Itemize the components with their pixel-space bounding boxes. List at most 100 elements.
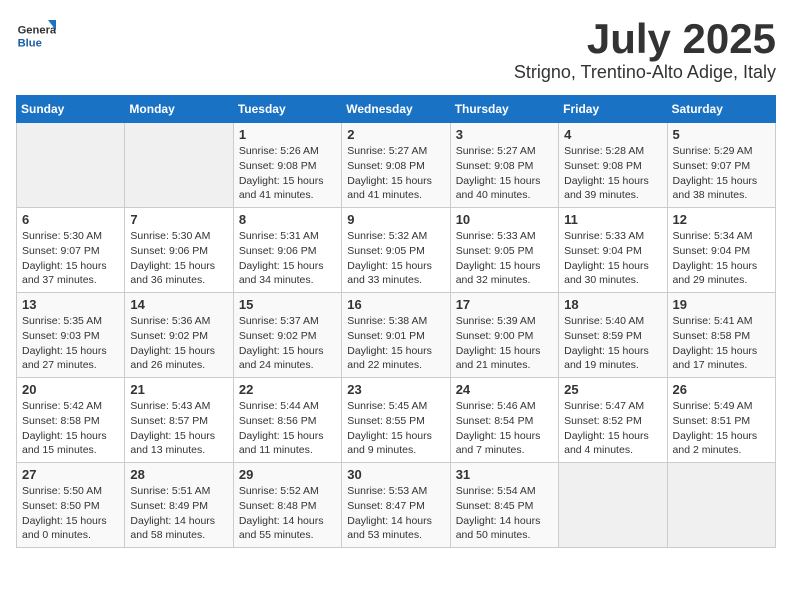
calendar-cell: 15Sunrise: 5:37 AM Sunset: 9:02 PM Dayli…	[233, 293, 341, 378]
day-number: 15	[239, 297, 336, 312]
day-number: 11	[564, 212, 661, 227]
calendar-cell: 17Sunrise: 5:39 AM Sunset: 9:00 PM Dayli…	[450, 293, 558, 378]
day-number: 20	[22, 382, 119, 397]
week-row-2: 6 Sunrise: 5:30 AM Sunset: 9:07 PM Daylig…	[17, 208, 776, 293]
calendar-cell: 9 Sunrise: 5:32 AM Sunset: 9:05 PM Daylig…	[342, 208, 450, 293]
header: General Blue July 2025 Strigno, Trentino…	[16, 16, 776, 83]
day-info: Sunrise: 5:31 AM Sunset: 9:06 PM Dayligh…	[239, 229, 336, 288]
day-info: Sunrise: 5:53 AM Sunset: 8:47 PM Dayligh…	[347, 484, 444, 543]
week-row-3: 13 Sunrise: 5:35 AM Sunset: 9:03 PM Dayli…	[17, 293, 776, 378]
column-header-saturday: Saturday	[667, 96, 775, 123]
calendar-cell: 30 Sunrise: 5:53 AM Sunset: 8:47 PM Dayli…	[342, 463, 450, 548]
day-number: 5	[673, 127, 770, 142]
column-header-sunday: Sunday	[17, 96, 125, 123]
column-header-monday: Monday	[125, 96, 233, 123]
calendar-cell: 12Sunrise: 5:34 AM Sunset: 9:04 PM Dayli…	[667, 208, 775, 293]
day-info: Sunrise: 5:43 AM Sunset: 8:57 PM Dayligh…	[130, 399, 227, 458]
calendar-cell: 3Sunrise: 5:27 AM Sunset: 9:08 PM Daylig…	[450, 123, 558, 208]
day-number: 25	[564, 382, 661, 397]
calendar-cell: 29 Sunrise: 5:52 AM Sunset: 8:48 PM Dayli…	[233, 463, 341, 548]
calendar-cell: 10 Sunrise: 5:33 AM Sunset: 9:05 PM Dayli…	[450, 208, 558, 293]
calendar-cell: 7 Sunrise: 5:30 AM Sunset: 9:06 PM Daylig…	[125, 208, 233, 293]
calendar-cell: 27Sunrise: 5:50 AM Sunset: 8:50 PM Dayli…	[17, 463, 125, 548]
calendar-cell: 28Sunrise: 5:51 AM Sunset: 8:49 PM Dayli…	[125, 463, 233, 548]
week-row-4: 20 Sunrise: 5:42 AM Sunset: 8:58 PM Dayli…	[17, 378, 776, 463]
calendar-cell: 5 Sunrise: 5:29 AM Sunset: 9:07 PM Daylig…	[667, 123, 775, 208]
calendar-cell	[559, 463, 667, 548]
day-info: Sunrise: 5:33 AM Sunset: 9:04 PM Dayligh…	[564, 229, 661, 288]
day-info: Sunrise: 5:52 AM Sunset: 8:48 PM Dayligh…	[239, 484, 336, 543]
calendar-cell: 1 Sunrise: 5:26 AM Sunset: 9:08 PM Daylig…	[233, 123, 341, 208]
calendar-cell: 14 Sunrise: 5:36 AM Sunset: 9:02 PM Dayli…	[125, 293, 233, 378]
calendar-cell: 23 Sunrise: 5:45 AM Sunset: 8:55 PM Dayli…	[342, 378, 450, 463]
day-info: Sunrise: 5:26 AM Sunset: 9:08 PM Dayligh…	[239, 144, 336, 203]
day-number: 7	[130, 212, 227, 227]
day-number: 21	[130, 382, 227, 397]
day-info: Sunrise: 5:30 AM Sunset: 9:06 PM Dayligh…	[130, 229, 227, 288]
svg-text:Blue: Blue	[18, 37, 42, 49]
calendar-cell: 26 Sunrise: 5:49 AM Sunset: 8:51 PM Dayli…	[667, 378, 775, 463]
day-info: Sunrise: 5:35 AM Sunset: 9:03 PM Dayligh…	[22, 314, 119, 373]
calendar-cell: 11 Sunrise: 5:33 AM Sunset: 9:04 PM Dayli…	[559, 208, 667, 293]
logo: General Blue	[16, 16, 60, 56]
column-header-friday: Friday	[559, 96, 667, 123]
calendar-cell: 21 Sunrise: 5:43 AM Sunset: 8:57 PM Dayli…	[125, 378, 233, 463]
day-number: 16	[347, 297, 444, 312]
calendar-cell: 20 Sunrise: 5:42 AM Sunset: 8:58 PM Dayli…	[17, 378, 125, 463]
day-info: Sunrise: 5:46 AM Sunset: 8:54 PM Dayligh…	[456, 399, 553, 458]
day-info: Sunrise: 5:36 AM Sunset: 9:02 PM Dayligh…	[130, 314, 227, 373]
calendar-cell: 2 Sunrise: 5:27 AM Sunset: 9:08 PM Daylig…	[342, 123, 450, 208]
day-number: 1	[239, 127, 336, 142]
calendar-cell: 31 Sunrise: 5:54 AM Sunset: 8:45 PM Dayli…	[450, 463, 558, 548]
day-number: 22	[239, 382, 336, 397]
day-info: Sunrise: 5:28 AM Sunset: 9:08 PM Dayligh…	[564, 144, 661, 203]
day-info: Sunrise: 5:30 AM Sunset: 9:07 PM Dayligh…	[22, 229, 119, 288]
day-number: 14	[130, 297, 227, 312]
calendar-cell: 25 Sunrise: 5:47 AM Sunset: 8:52 PM Dayli…	[559, 378, 667, 463]
day-info: Sunrise: 5:27 AM Sunset: 9:08 PM Dayligh…	[347, 144, 444, 203]
calendar-cell	[667, 463, 775, 548]
title-area: July 2025 Strigno, Trentino-Alto Adige, …	[514, 16, 776, 83]
day-number: 4	[564, 127, 661, 142]
day-number: 3	[456, 127, 553, 142]
column-header-wednesday: Wednesday	[342, 96, 450, 123]
day-number: 26	[673, 382, 770, 397]
day-number: 28	[130, 467, 227, 482]
day-info: Sunrise: 5:47 AM Sunset: 8:52 PM Dayligh…	[564, 399, 661, 458]
day-number: 13	[22, 297, 119, 312]
day-info: Sunrise: 5:42 AM Sunset: 8:58 PM Dayligh…	[22, 399, 119, 458]
calendar-cell: 24 Sunrise: 5:46 AM Sunset: 8:54 PM Dayli…	[450, 378, 558, 463]
day-info: Sunrise: 5:33 AM Sunset: 9:05 PM Dayligh…	[456, 229, 553, 288]
week-row-5: 27Sunrise: 5:50 AM Sunset: 8:50 PM Dayli…	[17, 463, 776, 548]
header-row: SundayMondayTuesdayWednesdayThursdayFrid…	[17, 96, 776, 123]
day-info: Sunrise: 5:29 AM Sunset: 9:07 PM Dayligh…	[673, 144, 770, 203]
calendar-table: SundayMondayTuesdayWednesdayThursdayFrid…	[16, 95, 776, 548]
calendar-cell: 19Sunrise: 5:41 AM Sunset: 8:58 PM Dayli…	[667, 293, 775, 378]
day-number: 12	[673, 212, 770, 227]
day-info: Sunrise: 5:45 AM Sunset: 8:55 PM Dayligh…	[347, 399, 444, 458]
day-number: 31	[456, 467, 553, 482]
calendar-cell: 22Sunrise: 5:44 AM Sunset: 8:56 PM Dayli…	[233, 378, 341, 463]
calendar-cell	[17, 123, 125, 208]
calendar-cell: 6 Sunrise: 5:30 AM Sunset: 9:07 PM Daylig…	[17, 208, 125, 293]
day-number: 29	[239, 467, 336, 482]
day-number: 6	[22, 212, 119, 227]
day-number: 27	[22, 467, 119, 482]
day-number: 19	[673, 297, 770, 312]
day-number: 2	[347, 127, 444, 142]
day-number: 30	[347, 467, 444, 482]
day-info: Sunrise: 5:32 AM Sunset: 9:05 PM Dayligh…	[347, 229, 444, 288]
column-header-thursday: Thursday	[450, 96, 558, 123]
svg-text:General: General	[18, 25, 56, 37]
day-number: 23	[347, 382, 444, 397]
subtitle: Strigno, Trentino-Alto Adige, Italy	[514, 62, 776, 83]
week-row-1: 1 Sunrise: 5:26 AM Sunset: 9:08 PM Daylig…	[17, 123, 776, 208]
day-info: Sunrise: 5:39 AM Sunset: 9:00 PM Dayligh…	[456, 314, 553, 373]
day-number: 8	[239, 212, 336, 227]
day-number: 10	[456, 212, 553, 227]
logo-icon: General Blue	[16, 16, 56, 56]
day-number: 9	[347, 212, 444, 227]
day-info: Sunrise: 5:49 AM Sunset: 8:51 PM Dayligh…	[673, 399, 770, 458]
day-info: Sunrise: 5:54 AM Sunset: 8:45 PM Dayligh…	[456, 484, 553, 543]
day-number: 24	[456, 382, 553, 397]
